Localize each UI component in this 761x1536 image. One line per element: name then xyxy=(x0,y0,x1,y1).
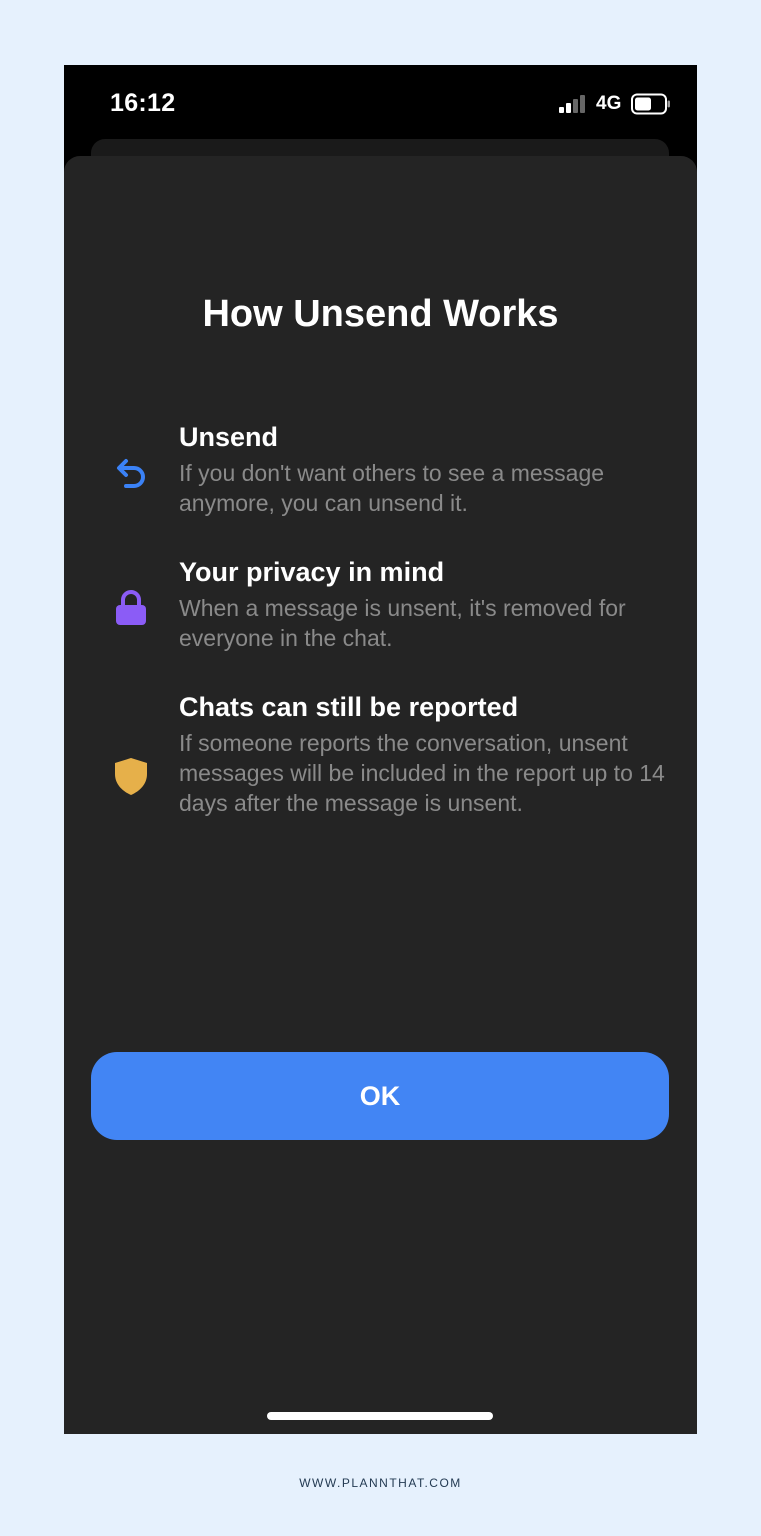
bottom-sheet: How Unsend Works Unsend If you don't wan… xyxy=(64,156,697,1434)
ok-button[interactable]: OK xyxy=(91,1052,669,1140)
cellular-signal-icon xyxy=(559,93,589,113)
feature-heading: Unsend xyxy=(179,422,279,452)
network-type-label: 4G xyxy=(596,93,622,114)
home-indicator[interactable] xyxy=(267,1412,493,1420)
lock-icon xyxy=(116,590,146,625)
feature-description: If you don't want others to see a messag… xyxy=(179,460,605,516)
status-time: 16:12 xyxy=(110,89,176,117)
feature-description: When a message is unsent, it's removed f… xyxy=(179,595,626,651)
undo-arrow-icon xyxy=(117,459,145,488)
battery-icon xyxy=(631,93,670,115)
sheet-title: How Unsend Works xyxy=(202,293,559,335)
feature-heading: Chats can still be reported xyxy=(179,692,519,722)
website-credit: WWW.PLANNTHAT.COM xyxy=(299,1476,462,1490)
feature-heading: Your privacy in mind xyxy=(179,557,445,587)
phone-screen: 16:12 4G How Unsend Works Unsend If you … xyxy=(64,65,697,1434)
shield-icon xyxy=(115,758,147,795)
status-bar: 16:12 4G xyxy=(64,65,697,145)
feature-description: If someone reports the conversation, uns… xyxy=(179,730,665,816)
